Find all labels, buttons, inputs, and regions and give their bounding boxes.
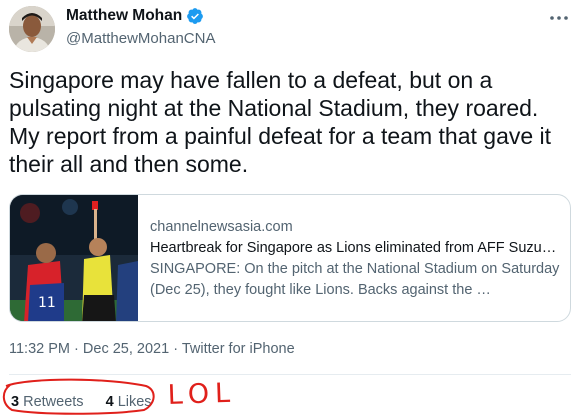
author-handle[interactable]: @MatthewMohanCNA <box>66 30 215 47</box>
tweet-date[interactable]: Dec 25, 2021 <box>83 341 169 357</box>
link-card[interactable]: 11 channelnewsasia.com Heartbreak for Si… <box>9 194 571 322</box>
likes-count: 4 <box>105 394 114 410</box>
card-thumbnail[interactable]: 11 <box>10 195 138 321</box>
more-options-icon[interactable] <box>547 8 571 28</box>
tweet-stats: 3 Retweets 4 Likes <box>11 394 152 410</box>
svg-text:11: 11 <box>38 295 56 311</box>
tweet-source[interactable]: Twitter for iPhone <box>182 341 295 357</box>
retweets-stat[interactable]: 3 Retweets <box>11 394 84 410</box>
meta-separator: · <box>173 341 179 357</box>
author-name[interactable]: Matthew Mohan <box>66 7 182 25</box>
tweet-text: Singapore may have fallen to a defeat, b… <box>9 67 552 177</box>
author-name-row[interactable]: Matthew Mohan <box>66 7 204 25</box>
meta-separator: · <box>74 341 79 357</box>
card-title[interactable]: Heartbreak for Singapore as Lions elimin… <box>150 238 562 259</box>
likes-label: Likes <box>117 394 152 410</box>
verified-badge-icon <box>187 8 204 24</box>
avatar[interactable] <box>9 6 55 52</box>
retweets-count: 3 <box>11 394 20 410</box>
card-description: SINGAPORE: On the pitch at the National … <box>150 261 560 298</box>
card-domain: channelnewsasia.com <box>150 219 293 235</box>
tweet-time[interactable]: 11:32 PM <box>9 341 70 357</box>
retweets-label: Retweets <box>23 394 84 410</box>
lol-text: LOL <box>167 378 236 411</box>
likes-stat[interactable]: 4 Likes <box>106 394 152 410</box>
divider <box>9 374 571 375</box>
tweet-meta: 11:32 PM · Dec 25, 2021 · Twitter for iP… <box>9 341 295 357</box>
